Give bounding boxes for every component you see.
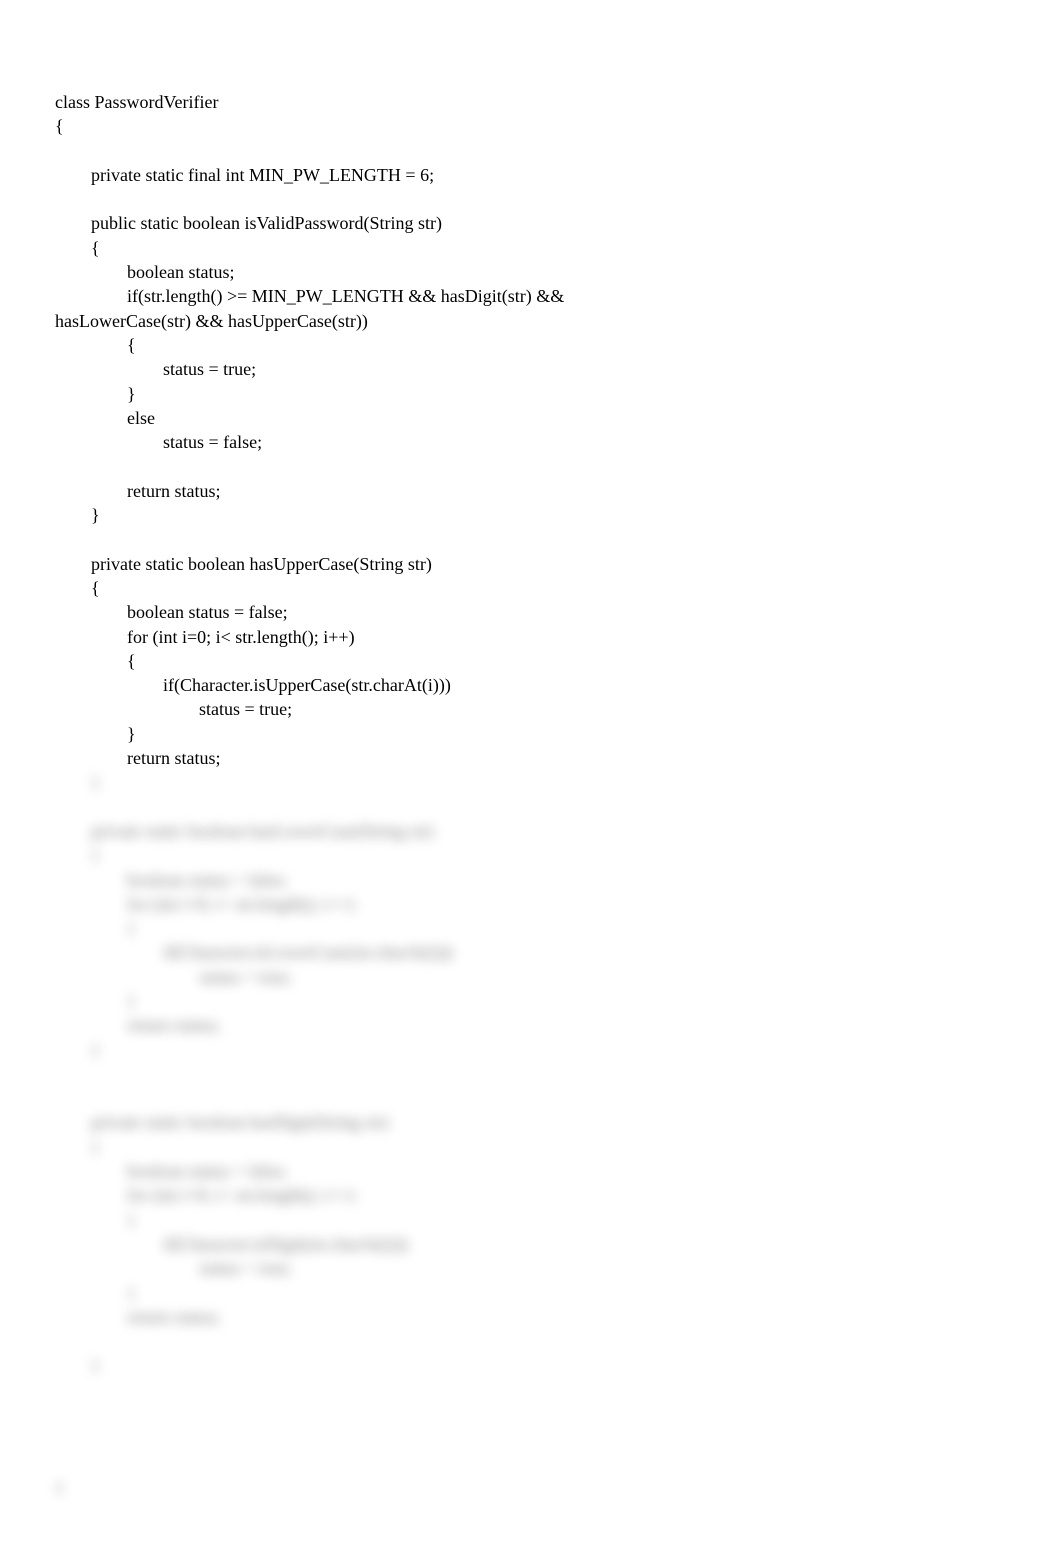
code-visible-block: class PasswordVerifier { private static … — [55, 90, 1007, 770]
code-blurred-block: } private static boolean hasLowerCase(St… — [55, 770, 1007, 1499]
